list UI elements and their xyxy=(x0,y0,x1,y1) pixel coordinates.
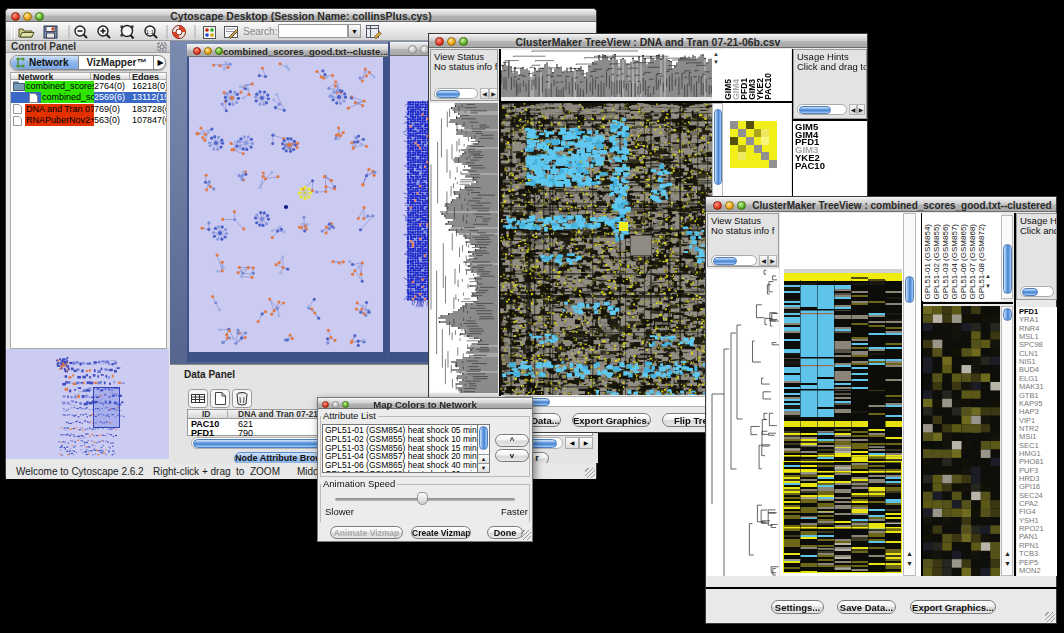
svg-text:1:1: 1:1 xyxy=(146,29,155,35)
